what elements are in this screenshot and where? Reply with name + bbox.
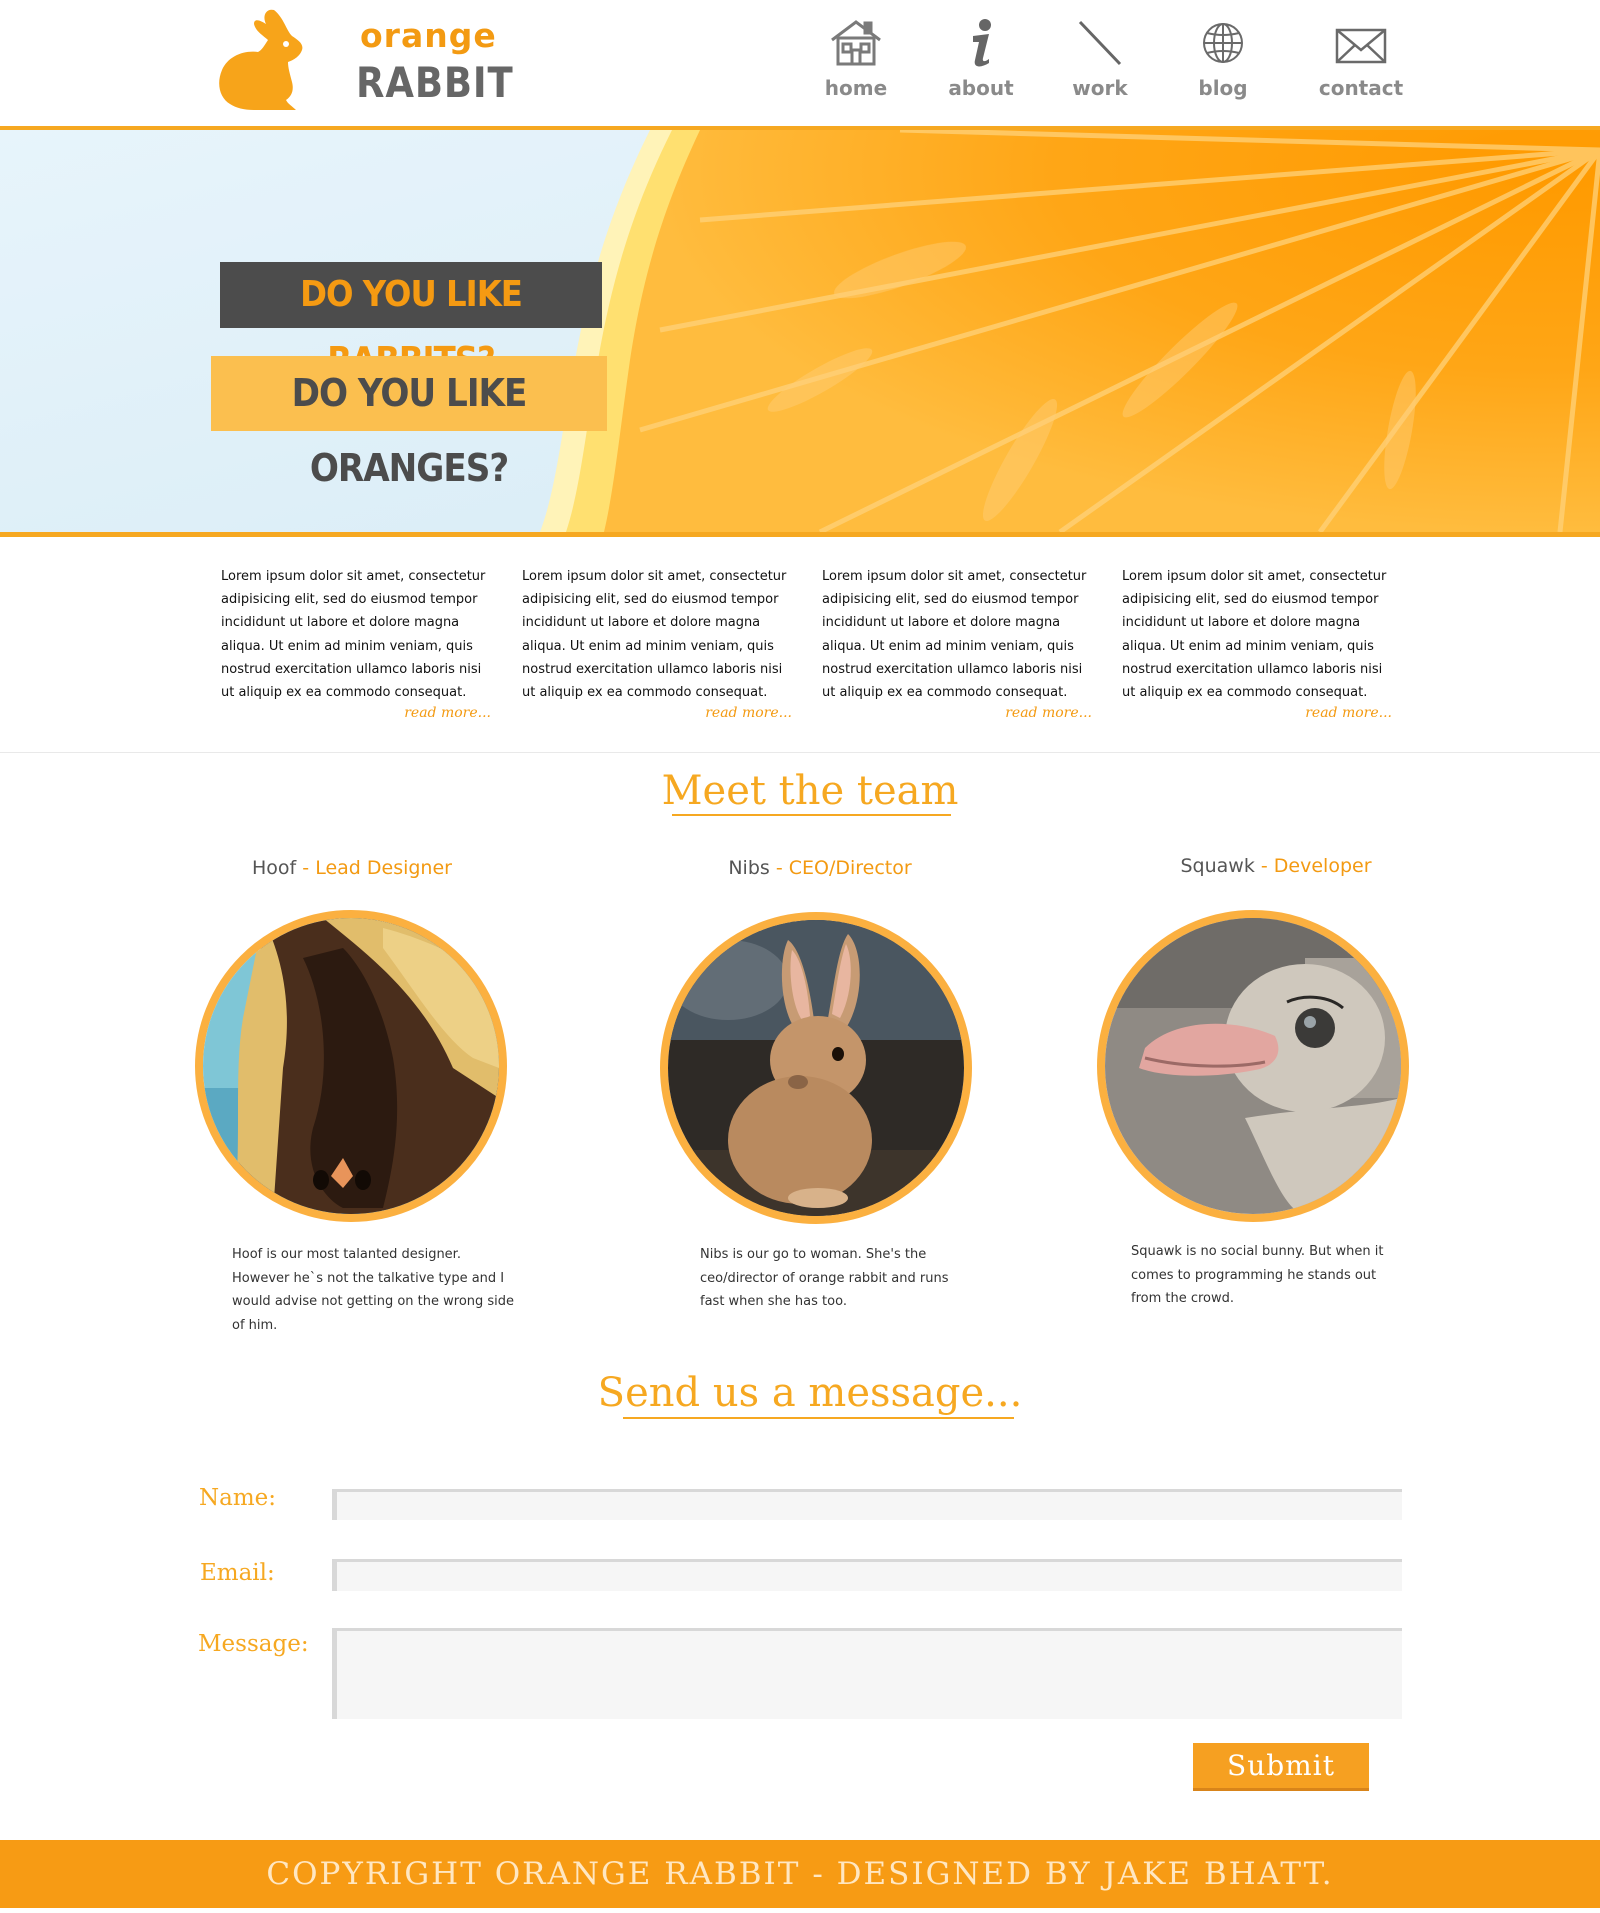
team-member-title-squawk: Squawk - Developer [1136, 855, 1416, 877]
info-column-4: Lorem ipsum dolor sit amet, consectetur … [1122, 565, 1392, 721]
rabbit-photo [660, 912, 972, 1224]
nav-home-label: home [824, 76, 888, 100]
nav-work-label: work [1072, 76, 1128, 100]
section-divider [0, 752, 1600, 753]
nav-blog-label: blog [1198, 76, 1248, 100]
member-separator: - [1254, 855, 1274, 877]
nav-blog[interactable]: blog [1190, 18, 1256, 108]
member-role: CEO/Director [788, 857, 912, 879]
member-separator: - [296, 857, 316, 879]
message-label: Message: [198, 1631, 309, 1657]
hero-question-rabbits: DO YOU LIKE RABBITS? [220, 262, 602, 381]
site-header: orange RABBIT home about work blog conta… [0, 0, 1600, 127]
home-icon [831, 20, 881, 66]
email-label: Email: [200, 1560, 275, 1586]
member-name: Squawk [1180, 855, 1255, 877]
hero-question-oranges: DO YOU LIKE ORANGES? [211, 356, 607, 490]
orange-slice-image [0, 130, 1600, 532]
team-heading-underline [672, 814, 951, 816]
contact-heading-underline [623, 1417, 1014, 1419]
member-role: Lead Designer [315, 857, 452, 879]
envelope-icon [1335, 28, 1387, 64]
ostrich-photo [1097, 910, 1409, 1222]
nav-work[interactable]: work [1066, 18, 1134, 108]
pencil-slash-icon [1078, 20, 1122, 66]
info-column-1: Lorem ipsum dolor sit amet, consectetur … [221, 565, 491, 721]
message-field[interactable] [332, 1628, 1402, 1719]
member-role: Developer [1273, 855, 1372, 877]
contact-heading: Send us a message... [597, 1370, 1023, 1416]
name-field[interactable] [332, 1489, 1402, 1520]
brand-name-line1: orange [360, 16, 497, 55]
info-column-text: Lorem ipsum dolor sit amet, consectetur … [221, 569, 486, 701]
team-bio-hoof: Hoof is our most talanted designer. Howe… [232, 1247, 515, 1333]
member-separator: - [769, 857, 789, 879]
info-column-text: Lorem ipsum dolor sit amet, consectetur … [1122, 569, 1387, 701]
email-field[interactable] [332, 1559, 1402, 1591]
nav-contact[interactable]: contact [1318, 18, 1404, 108]
read-more-link[interactable]: read more... [522, 705, 792, 721]
nav-home[interactable]: home [818, 18, 894, 108]
nav-about[interactable]: about [944, 18, 1018, 108]
team-bio-nibs: Nibs is our go to woman. She's the ceo/d… [700, 1247, 949, 1309]
submit-button[interactable]: Submit [1193, 1743, 1369, 1791]
horse-photo [195, 910, 507, 1222]
info-column-text: Lorem ipsum dolor sit amet, consectetur … [822, 569, 1087, 701]
info-icon [973, 19, 991, 67]
brand-name-line2: RABBIT [356, 58, 514, 107]
name-label: Name: [199, 1485, 277, 1511]
nav-contact-label: contact [1318, 76, 1404, 100]
footer-copyright: COPYRIGHT ORANGE RABBIT - DESIGNED BY JA… [266, 1856, 1334, 1892]
read-more-link[interactable]: read more... [822, 705, 1092, 721]
read-more-link[interactable]: read more... [221, 705, 491, 721]
hero-banner [0, 130, 1600, 532]
member-name: Nibs [728, 857, 770, 879]
info-column-3: Lorem ipsum dolor sit amet, consectetur … [822, 565, 1092, 721]
globe-icon [1203, 23, 1243, 63]
info-column-2: Lorem ipsum dolor sit amet, consectetur … [522, 565, 792, 721]
team-bio-squawk: Squawk is no social bunny. But when it c… [1131, 1244, 1384, 1306]
rabbit-logo-icon[interactable] [214, 6, 310, 112]
team-member-title-hoof: Hoof - Lead Designer [212, 857, 492, 879]
read-more-link[interactable]: read more... [1122, 705, 1392, 721]
member-name: Hoof [252, 857, 297, 879]
team-member-title-nibs: Nibs - CEO/Director [680, 857, 960, 879]
team-heading: Meet the team [661, 768, 959, 814]
hero-divider [0, 532, 1600, 537]
nav-about-label: about [948, 76, 1014, 100]
site-footer: COPYRIGHT ORANGE RABBIT - DESIGNED BY JA… [0, 1840, 1600, 1908]
info-column-text: Lorem ipsum dolor sit amet, consectetur … [522, 569, 787, 701]
